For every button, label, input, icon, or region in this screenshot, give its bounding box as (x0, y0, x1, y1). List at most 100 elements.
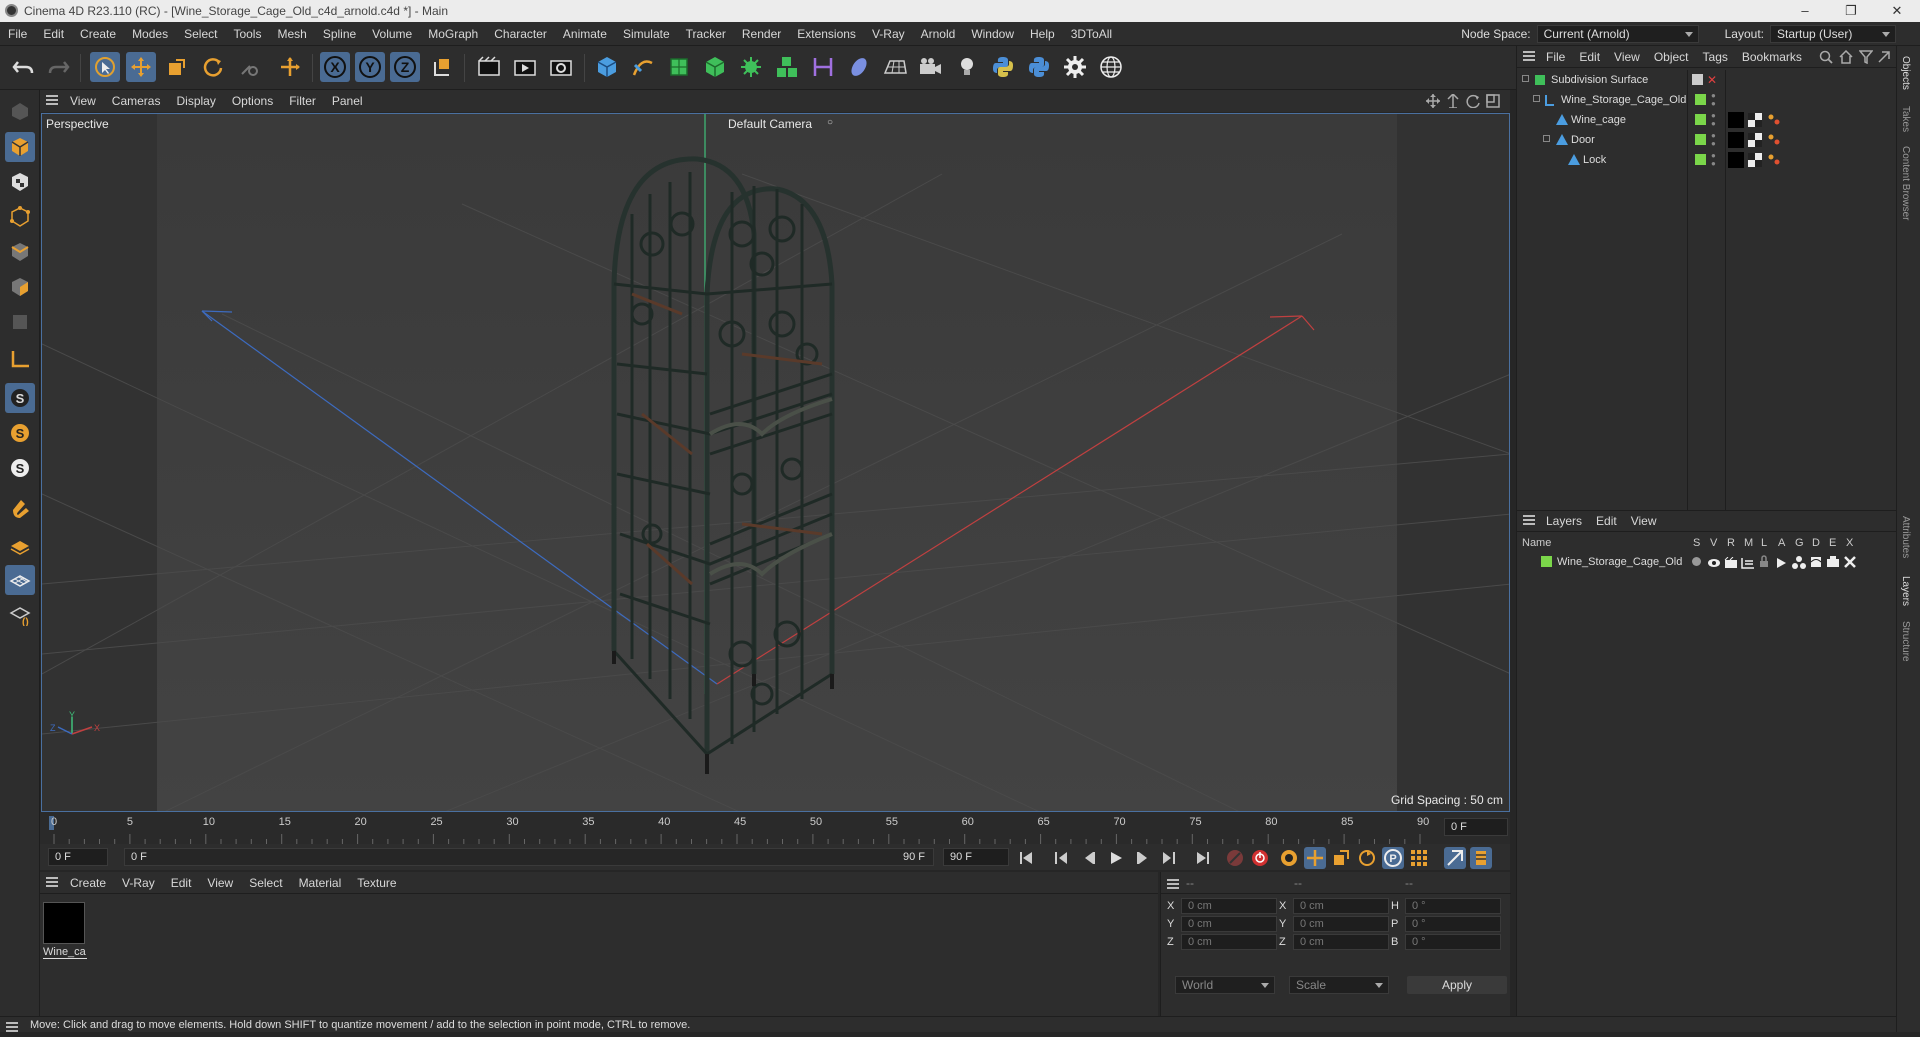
eye-icon[interactable] (1707, 556, 1721, 576)
status-menu-icon[interactable] (6, 1021, 18, 1037)
layers-menu-layers[interactable]: Layers (1539, 514, 1589, 528)
object-menu-object[interactable]: Object (1647, 50, 1696, 64)
home-icon[interactable] (1839, 49, 1853, 67)
coord-value-field[interactable]: 0 cm (1181, 934, 1277, 950)
object-panel-menu-icon[interactable] (1523, 50, 1535, 64)
extrude-generator-icon[interactable] (700, 52, 730, 82)
filter-icon[interactable] (1858, 50, 1874, 67)
material-panel-menu-icon[interactable] (46, 876, 58, 890)
material-menu-material[interactable]: Material (291, 876, 350, 890)
layer-row[interactable]: Wine_Storage_Cage_Old (1517, 552, 1897, 572)
field-icon[interactable] (844, 52, 874, 82)
menu-mograph[interactable]: MoGraph (420, 27, 486, 41)
object-row-subdivision-surface[interactable]: Subdivision Surface ✕ (1517, 70, 1897, 90)
material-menu-select[interactable]: Select (241, 876, 290, 890)
visibility-dots-icon[interactable]: ● ● (1711, 112, 1716, 128)
object-menu-bookmarks[interactable]: Bookmarks (1735, 50, 1809, 64)
material-menu-texture[interactable]: Texture (349, 876, 404, 890)
layout-dropdown[interactable]: Startup (User) (1770, 25, 1896, 43)
point-level-key-icon[interactable] (1408, 847, 1430, 869)
tab-layers[interactable]: Layers (1900, 576, 1911, 606)
move-tool-icon[interactable] (126, 52, 156, 82)
play-icon[interactable] (1105, 847, 1127, 869)
keyframe-selection-icon[interactable] (1278, 847, 1300, 869)
object-menu-edit[interactable]: Edit (1572, 50, 1607, 64)
deformer-icon[interactable] (808, 52, 838, 82)
magnet-icon[interactable] (5, 492, 35, 522)
render-clapboard-icon[interactable] (1724, 556, 1738, 576)
layers-menu-view[interactable]: View (1624, 514, 1664, 528)
layer-color-swatch[interactable] (1695, 154, 1706, 165)
object-row-door[interactable]: Door ● ● (1517, 130, 1897, 150)
mograph-cloner-icon[interactable] (772, 52, 802, 82)
viewport-zoom-icon[interactable] (1446, 92, 1460, 111)
model-mode-icon[interactable] (5, 132, 35, 162)
start-frame-field[interactable]: 0 F (48, 848, 108, 866)
redo-icon[interactable] (44, 52, 74, 82)
material-tag-icon[interactable] (1728, 152, 1744, 168)
disable-cross-icon[interactable]: ✕ (1707, 70, 1717, 90)
search-icon[interactable] (1819, 50, 1833, 67)
menu-render[interactable]: Render (734, 27, 789, 41)
menu-volume[interactable]: Volume (364, 27, 420, 41)
material-menu-edit[interactable]: Edit (163, 876, 200, 890)
object-menu-tags[interactable]: Tags (1696, 50, 1735, 64)
layers-panel-menu-icon[interactable] (1523, 514, 1535, 528)
menu-select[interactable]: Select (176, 27, 225, 41)
menu-file[interactable]: File (0, 27, 35, 41)
frame-range-slider[interactable]: 0 F 90 F (124, 848, 934, 866)
menu-simulate[interactable]: Simulate (615, 27, 678, 41)
viewport-menu-options[interactable]: Options (224, 94, 281, 108)
tab-objects[interactable]: Objects (1900, 56, 1911, 90)
perspective-viewport[interactable]: Perspective Default Camera ○ Y X Z Grid … (41, 113, 1510, 812)
previous-frame-icon[interactable] (1078, 847, 1100, 869)
layer-color-swatch[interactable] (1695, 134, 1706, 145)
quantize-icon[interactable]: S (5, 453, 35, 483)
viewport-pan-icon[interactable] (1426, 94, 1440, 111)
timeline-window-icon[interactable] (1444, 847, 1466, 869)
menu-animate[interactable]: Animate (555, 27, 615, 41)
gear-icon[interactable] (1060, 52, 1090, 82)
cloner-icon[interactable] (736, 52, 766, 82)
timeline-ruler[interactable]: 0 5 10 15 20 25 30 35 40 45 50 55 60 65 70 75 80 85 90 0 F (40, 812, 1510, 844)
material-tag-icon[interactable] (1728, 132, 1744, 148)
menu-character[interactable]: Character (486, 27, 555, 41)
menu-spline[interactable]: Spline (315, 27, 364, 41)
new-window-icon[interactable] (1877, 50, 1891, 67)
tab-structure[interactable]: Structure (1900, 621, 1911, 662)
coord-value-field[interactable]: 0 ° (1405, 898, 1501, 914)
position-key-icon[interactable] (1304, 847, 1326, 869)
transform-mode-dropdown[interactable]: Scale (1289, 976, 1389, 994)
coordinate-system-dropdown[interactable]: World (1175, 976, 1275, 994)
coord-value-field[interactable]: 0 cm (1293, 898, 1389, 914)
viewport-menu-view[interactable]: View (62, 94, 104, 108)
material-menu-vray[interactable]: V-Ray (114, 876, 163, 890)
material-menu-view[interactable]: View (199, 876, 241, 890)
coord-value-field[interactable]: 0 ° (1405, 934, 1501, 950)
scale-key-icon[interactable] (1330, 847, 1352, 869)
camera-object-icon[interactable] (916, 52, 946, 82)
snap-icon[interactable]: S (5, 383, 35, 413)
expand-toggle-icon[interactable] (1543, 135, 1550, 142)
object-row-wine-storage-cage-old[interactable]: Wine_Storage_Cage_Old ● ● (1517, 90, 1897, 110)
object-menu-view[interactable]: View (1607, 50, 1647, 64)
xref-icon[interactable] (1843, 555, 1857, 576)
python-script-icon[interactable] (1024, 52, 1054, 82)
record-active-objects-icon[interactable] (1224, 847, 1246, 869)
menu-window[interactable]: Window (963, 27, 1022, 41)
expression-icon[interactable] (1826, 555, 1840, 576)
rotation-key-icon[interactable] (1356, 847, 1378, 869)
viewport-panel-menu-icon[interactable] (46, 94, 58, 108)
material-menu-create[interactable]: Create (62, 876, 114, 890)
minimize-button[interactable]: – (1782, 0, 1828, 22)
viewport-rotate-icon[interactable] (1466, 94, 1480, 111)
visibility-dots-icon[interactable]: ● ● (1711, 92, 1716, 108)
floor-object-icon[interactable] (880, 52, 910, 82)
soft-selection-icon[interactable] (5, 530, 35, 560)
viewport-maximize-icon[interactable] (1486, 94, 1500, 111)
python-generator-icon[interactable] (988, 52, 1018, 82)
expand-toggle-icon[interactable] (1522, 75, 1529, 82)
autokeying-icon[interactable] (1249, 847, 1271, 869)
tab-content-browser[interactable]: Content Browser (1900, 146, 1911, 220)
object-row-wine-cage[interactable]: Wine_cage ● ● (1517, 110, 1897, 130)
